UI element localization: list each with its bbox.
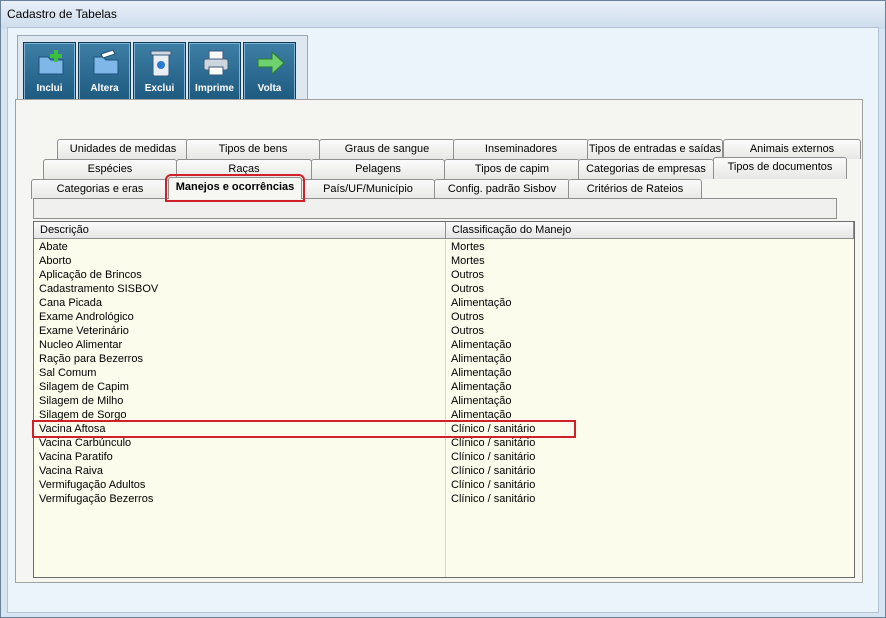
table-row[interactable]: Vermifugação Adultos Clínico / sanitário — [34, 478, 854, 492]
cell-classificacao: Alimentação — [451, 409, 512, 421]
cell-classificacao: Alimentação — [451, 297, 512, 309]
imprime-label: Imprime — [195, 83, 234, 94]
table-row[interactable]: Vacina Carbúnculo Clínico / sanitário — [34, 436, 854, 450]
table-row[interactable]: Vacina Raiva Clínico / sanitário — [34, 464, 854, 478]
tab-categorias-de-empresas[interactable]: Categorias de empresas — [578, 159, 714, 179]
table-row[interactable]: Silagem de Sorgo Alimentação — [34, 408, 854, 422]
cell-classificacao: Clínico / sanitário — [451, 465, 536, 477]
tab-tipos-de-entradas-e-saidas[interactable]: Tipos de entradas e saídas — [587, 139, 723, 159]
column-header-classificacao[interactable]: Classificação do Manejo — [446, 222, 854, 239]
cell-classificacao: Alimentação — [451, 339, 512, 351]
cell-descricao: Silagem de Milho — [39, 395, 124, 407]
cell-classificacao: Clínico / sanitário — [451, 479, 536, 491]
cell-descricao: Vermifugação Adultos — [39, 479, 146, 491]
tab-manejos-e-ocorrencias[interactable]: Manejos e ocorrências — [165, 174, 305, 202]
tab-graus-de-sangue[interactable]: Graus de sangue — [319, 139, 455, 159]
cell-descricao: Vermifugação Bezerros — [39, 493, 154, 505]
cell-classificacao: Outros — [451, 283, 485, 295]
cell-classificacao: Outros — [451, 325, 485, 337]
cell-classificacao: Clínico / sanitário — [451, 451, 536, 463]
cell-descricao: Exame Andrológico — [39, 311, 134, 323]
toolbar: Inclui Altera Exclui Imprime Volta — [17, 35, 308, 108]
volta-button[interactable]: Volta — [243, 42, 296, 101]
table-row[interactable]: Aplicação de Brincos Outros — [34, 268, 854, 282]
cell-descricao: Vacina Aftosa — [39, 423, 106, 435]
exclui-label: Exclui — [144, 83, 175, 94]
volta-label: Volta — [257, 83, 282, 94]
cell-classificacao: Outros — [451, 269, 485, 281]
tab-tipos-de-documentos[interactable]: Tipos de documentos — [713, 157, 847, 179]
data-grid: Descrição Classificação do Manejo Abate M… — [32, 221, 855, 578]
window-title: Cadastro de Tabelas — [7, 7, 117, 21]
cell-descricao: Nucleo Alimentar — [39, 339, 123, 351]
table-row[interactable]: Ração para Bezerros Alimentação — [34, 352, 854, 366]
title-bar[interactable]: Cadastro de Tabelas — [1, 1, 885, 29]
cell-classificacao: Alimentação — [451, 353, 512, 365]
cell-descricao: Vacina Carbúnculo — [39, 437, 132, 449]
cell-classificacao: Clínico / sanitário — [451, 493, 536, 505]
table-row[interactable]: Aborto Mortes — [34, 254, 854, 268]
table-row[interactable]: Exame Veterinário Outros — [34, 324, 854, 338]
main-window: Cadastro de Tabelas Inclui Altera Exclui… — [0, 0, 886, 618]
tab-especies[interactable]: Espécies — [43, 159, 177, 179]
tab-content-header — [33, 198, 837, 219]
table-row[interactable]: Sal Comum Alimentação — [34, 366, 854, 380]
table-row[interactable]: Cana Picada Alimentação — [34, 296, 854, 310]
exclui-button[interactable]: Exclui — [133, 42, 186, 101]
tab-pelagens[interactable]: Pelagens — [311, 159, 445, 179]
table-row[interactable]: Vacina Aftosa Clínico / sanitário — [32, 420, 576, 438]
inclui-button[interactable]: Inclui — [23, 42, 76, 101]
table-row[interactable]: Nucleo Alimentar Alimentação — [34, 338, 854, 352]
cell-descricao: Aplicação de Brincos — [39, 269, 142, 281]
printer-icon — [203, 50, 229, 76]
arrow-right-icon — [257, 50, 285, 76]
grid-rows: Abate Mortes Aborto Mortes Aplicação de Brin… — [32, 240, 854, 506]
cell-classificacao: Mortes — [451, 255, 485, 267]
table-row[interactable]: Vermifugação Bezerros Clínico / sanitário — [34, 492, 854, 506]
altera-button[interactable]: Altera — [78, 42, 131, 101]
table-row[interactable]: Vacina Paratifo Clínico / sanitário — [34, 450, 854, 464]
cell-descricao: Cana Picada — [39, 297, 102, 309]
table-row[interactable]: Exame Andrológico Outros — [34, 310, 854, 324]
tab-inseminadores[interactable]: Inseminadores — [453, 139, 589, 159]
cell-descricao: Sal Comum — [39, 367, 97, 379]
tab-unidades-de-medidas[interactable]: Unidades de medidas — [57, 139, 189, 159]
cell-classificacao: Alimentação — [451, 367, 512, 379]
cell-descricao: Cadastramento SISBOV — [39, 283, 159, 295]
cell-descricao: Exame Veterinário — [39, 325, 129, 337]
table-row[interactable]: Silagem de Milho Alimentação — [34, 394, 854, 408]
tab-categorias-e-eras[interactable]: Categorias e eras — [31, 179, 169, 199]
column-header-descricao[interactable]: Descrição — [34, 222, 446, 239]
tab-tipos-de-capim[interactable]: Tipos de capim — [444, 159, 580, 179]
cell-classificacao: Clínico / sanitário — [451, 423, 536, 435]
imprime-button[interactable]: Imprime — [188, 42, 241, 101]
table-row[interactable]: Cadastramento SISBOV Outros — [34, 282, 854, 296]
cell-descricao: Vacina Raiva — [39, 465, 103, 477]
tab-animais-externos[interactable]: Animais externos — [723, 139, 861, 159]
tab-pais-uf-municipio[interactable]: País/UF/Município — [301, 179, 435, 199]
tab-config-padrao-sisbov[interactable]: Config. padrão Sisbov — [434, 179, 570, 199]
grid-header: Descrição Classificação do Manejo — [34, 222, 854, 239]
tab-tipos-de-bens[interactable]: Tipos de bens — [186, 139, 320, 159]
folder-edit-icon — [93, 49, 119, 75]
tab-racas[interactable]: Raças — [176, 159, 312, 179]
folder-add-icon — [38, 50, 64, 75]
cell-classificacao: Mortes — [451, 241, 485, 253]
cell-classificacao: Alimentação — [451, 381, 512, 393]
cell-descricao: Ração para Bezerros — [39, 353, 143, 365]
cell-descricao: Abate — [39, 241, 68, 253]
cell-classificacao: Clínico / sanitário — [451, 437, 536, 449]
cell-descricao: Silagem de Sorgo — [39, 409, 127, 421]
recycle-bin-icon — [150, 50, 172, 77]
table-row[interactable]: Silagem de Capim Alimentação — [34, 380, 854, 394]
inclui-label: Inclui — [36, 83, 63, 94]
cell-descricao: Silagem de Capim — [39, 381, 129, 393]
tab-criterios-de-rateios[interactable]: Critérios de Rateios — [568, 179, 702, 199]
cell-descricao: Vacina Paratifo — [39, 451, 113, 463]
altera-label: Altera — [90, 83, 119, 94]
cell-classificacao: Alimentação — [451, 395, 512, 407]
table-row[interactable]: Abate Mortes — [34, 240, 854, 254]
cell-classificacao: Outros — [451, 311, 485, 323]
cell-descricao: Aborto — [39, 255, 72, 267]
